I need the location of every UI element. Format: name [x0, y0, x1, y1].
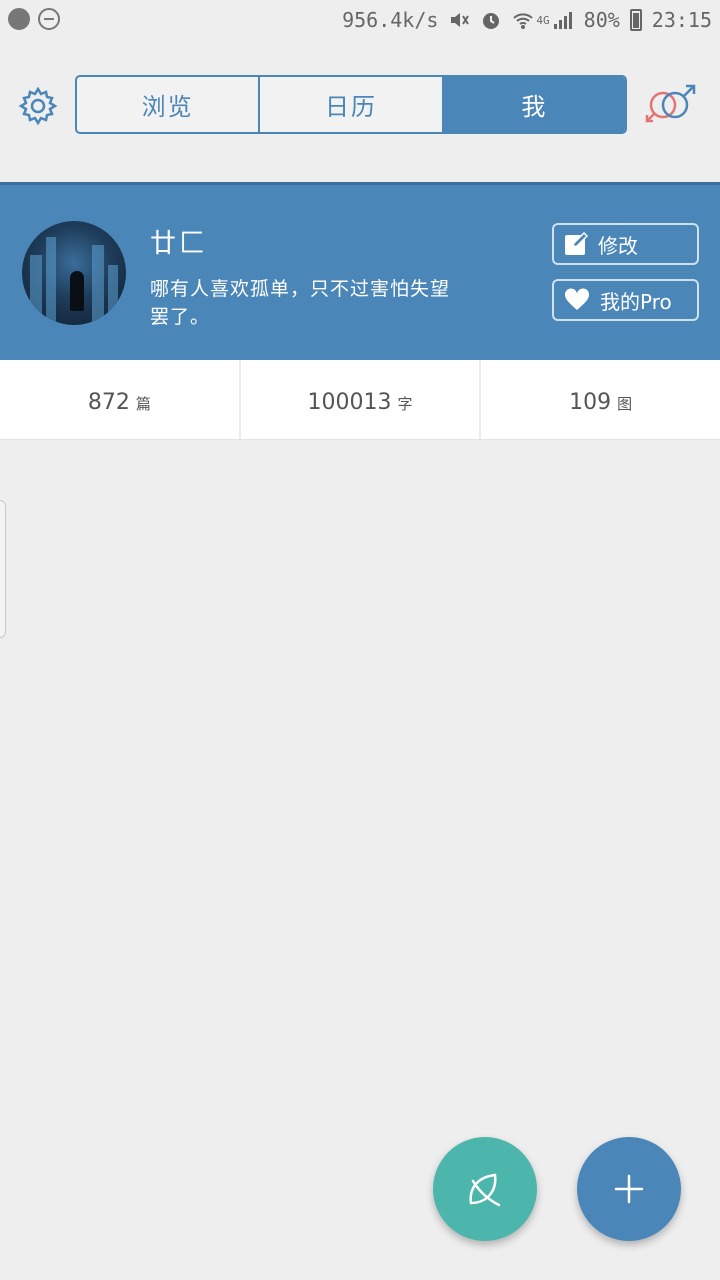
heart-icon — [564, 288, 590, 310]
avatar[interactable] — [22, 221, 126, 325]
app-screen: 956.4k/s 4G 80% 23:15 浏览 日历 我 廿匚 哪有人喜欢孤单… — [0, 0, 720, 1280]
edit-icon — [565, 232, 588, 255]
avatar-building — [92, 245, 104, 325]
drawer-edge-handle[interactable] — [0, 500, 6, 638]
status-left-icons — [8, 8, 60, 30]
stat-value: 100013 — [307, 390, 392, 415]
network-type: 4G — [536, 13, 550, 27]
leaf-fab-button[interactable] — [433, 1137, 537, 1241]
clock: 23:15 — [651, 8, 712, 32]
gear-icon[interactable] — [18, 86, 58, 126]
tab-me[interactable]: 我 — [443, 77, 625, 132]
battery-percent: 80% — [583, 8, 620, 32]
profile-card: 廿匚 哪有人喜欢孤单，只不过害怕失望罢了。 修改 我的Pro — [0, 182, 720, 360]
network-speed: 956.4k/s — [342, 8, 439, 32]
tab-calendar[interactable]: 日历 — [260, 77, 444, 132]
gender-icon[interactable] — [644, 84, 700, 128]
username: 廿匚 — [150, 229, 209, 259]
add-fab-button[interactable] — [577, 1137, 681, 1241]
stat-value: 872 — [87, 390, 130, 415]
stat-words[interactable]: 100013 字 — [241, 360, 482, 439]
stat-images[interactable]: 109 图 — [481, 360, 720, 439]
main-tabs: 浏览 日历 我 — [75, 75, 627, 134]
avatar-figure — [70, 271, 84, 311]
stat-unit: 篇 — [135, 395, 151, 413]
stat-value: 109 — [569, 390, 612, 415]
edit-profile-button[interactable]: 修改 — [552, 223, 699, 265]
stats-bar: 872 篇 100013 字 109 图 — [0, 360, 720, 440]
mute-icon — [451, 13, 470, 27]
tab-browse[interactable]: 浏览 — [77, 77, 261, 132]
alarm-icon — [483, 13, 500, 29]
signal-icon — [553, 12, 572, 29]
battery-icon — [629, 9, 642, 31]
avatar-building — [108, 265, 118, 325]
leaf-icon — [469, 1173, 501, 1207]
stat-articles[interactable]: 872 篇 — [0, 360, 241, 439]
status-right: 956.4k/s 4G 80% 23:15 — [342, 8, 712, 32]
stat-unit: 图 — [617, 395, 633, 413]
my-pro-label: 我的Pro — [600, 289, 672, 314]
plus-icon — [614, 1174, 644, 1204]
my-pro-button[interactable]: 我的Pro — [552, 279, 699, 321]
user-bio: 哪有人喜欢孤单，只不过害怕失望罢了。 — [150, 278, 451, 328]
top-nav: 浏览 日历 我 — [0, 44, 720, 182]
stat-unit: 字 — [397, 395, 413, 413]
wifi-icon — [513, 13, 534, 29]
do-not-disturb-icon — [38, 8, 60, 30]
app-notification-icon — [8, 8, 30, 30]
status-bar: 956.4k/s 4G 80% 23:15 — [0, 0, 720, 44]
avatar-building — [30, 255, 42, 325]
avatar-building — [46, 237, 56, 325]
edit-profile-label: 修改 — [598, 233, 638, 258]
